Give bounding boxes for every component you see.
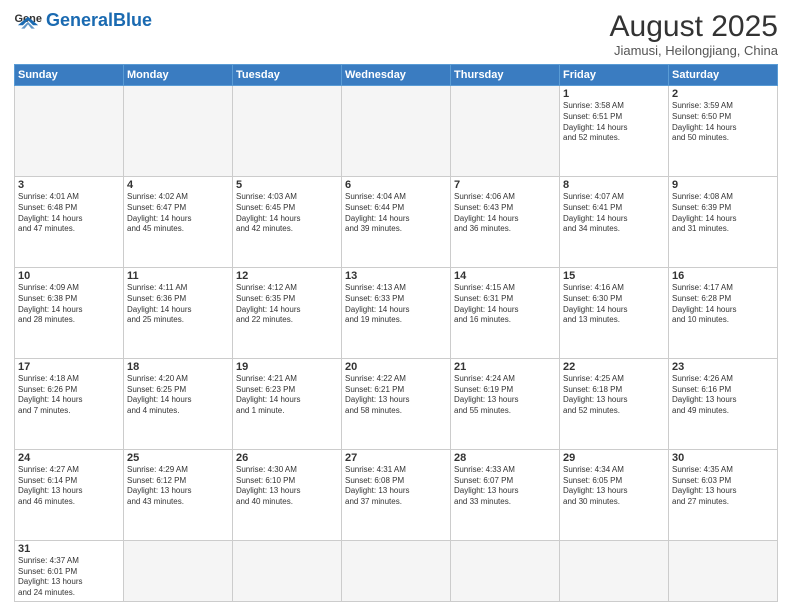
col-thursday: Thursday bbox=[451, 65, 560, 86]
day-10: 10 Sunrise: 4:09 AMSunset: 6:38 PMDaylig… bbox=[15, 267, 124, 358]
empty-cell bbox=[669, 540, 778, 601]
day-4: 4 Sunrise: 4:02 AMSunset: 6:47 PMDayligh… bbox=[124, 176, 233, 267]
header: General GeneralBlue August 2025 Jiamusi,… bbox=[14, 10, 778, 58]
empty-cell bbox=[233, 540, 342, 601]
day-29: 29 Sunrise: 4:34 AMSunset: 6:05 PMDaylig… bbox=[560, 449, 669, 540]
location: Jiamusi, Heilongjiang, China bbox=[610, 43, 778, 58]
week-row-5: 24 Sunrise: 4:27 AMSunset: 6:14 PMDaylig… bbox=[15, 449, 778, 540]
month-year: August 2025 bbox=[610, 10, 778, 43]
day-15: 15 Sunrise: 4:16 AMSunset: 6:30 PMDaylig… bbox=[560, 267, 669, 358]
day-3: 3 Sunrise: 4:01 AMSunset: 6:48 PMDayligh… bbox=[15, 176, 124, 267]
empty-cell bbox=[560, 540, 669, 601]
logo: General GeneralBlue bbox=[14, 10, 152, 32]
day-5: 5 Sunrise: 4:03 AMSunset: 6:45 PMDayligh… bbox=[233, 176, 342, 267]
day-7: 7 Sunrise: 4:06 AMSunset: 6:43 PMDayligh… bbox=[451, 176, 560, 267]
day-25: 25 Sunrise: 4:29 AMSunset: 6:12 PMDaylig… bbox=[124, 449, 233, 540]
week-row-4: 17 Sunrise: 4:18 AMSunset: 6:26 PMDaylig… bbox=[15, 358, 778, 449]
day-9: 9 Sunrise: 4:08 AMSunset: 6:39 PMDayligh… bbox=[669, 176, 778, 267]
day-28: 28 Sunrise: 4:33 AMSunset: 6:07 PMDaylig… bbox=[451, 449, 560, 540]
empty-cell bbox=[451, 86, 560, 177]
day-23: 23 Sunrise: 4:26 AMSunset: 6:16 PMDaylig… bbox=[669, 358, 778, 449]
day-16: 16 Sunrise: 4:17 AMSunset: 6:28 PMDaylig… bbox=[669, 267, 778, 358]
col-friday: Friday bbox=[560, 65, 669, 86]
logo-general: General bbox=[46, 10, 113, 30]
day-20: 20 Sunrise: 4:22 AMSunset: 6:21 PMDaylig… bbox=[342, 358, 451, 449]
empty-cell bbox=[15, 86, 124, 177]
day-27: 27 Sunrise: 4:31 AMSunset: 6:08 PMDaylig… bbox=[342, 449, 451, 540]
day-1: 1 Sunrise: 3:58 AMSunset: 6:51 PMDayligh… bbox=[560, 86, 669, 177]
day-31: 31 Sunrise: 4:37 AMSunset: 6:01 PMDaylig… bbox=[15, 540, 124, 601]
day-18: 18 Sunrise: 4:20 AMSunset: 6:25 PMDaylig… bbox=[124, 358, 233, 449]
title-block: August 2025 Jiamusi, Heilongjiang, China bbox=[610, 10, 778, 58]
logo-blue: Blue bbox=[113, 10, 152, 30]
day-22: 22 Sunrise: 4:25 AMSunset: 6:18 PMDaylig… bbox=[560, 358, 669, 449]
logo-text: GeneralBlue bbox=[46, 10, 152, 30]
col-monday: Monday bbox=[124, 65, 233, 86]
day-13: 13 Sunrise: 4:13 AMSunset: 6:33 PMDaylig… bbox=[342, 267, 451, 358]
day-2: 2 Sunrise: 3:59 AMSunset: 6:50 PMDayligh… bbox=[669, 86, 778, 177]
empty-cell bbox=[233, 86, 342, 177]
empty-cell bbox=[124, 540, 233, 601]
day-19: 19 Sunrise: 4:21 AMSunset: 6:23 PMDaylig… bbox=[233, 358, 342, 449]
day-17: 17 Sunrise: 4:18 AMSunset: 6:26 PMDaylig… bbox=[15, 358, 124, 449]
day-30: 30 Sunrise: 4:35 AMSunset: 6:03 PMDaylig… bbox=[669, 449, 778, 540]
empty-cell bbox=[342, 86, 451, 177]
day-21: 21 Sunrise: 4:24 AMSunset: 6:19 PMDaylig… bbox=[451, 358, 560, 449]
page: General GeneralBlue August 2025 Jiamusi,… bbox=[0, 0, 792, 612]
empty-cell bbox=[451, 540, 560, 601]
col-sunday: Sunday bbox=[15, 65, 124, 86]
week-row-3: 10 Sunrise: 4:09 AMSunset: 6:38 PMDaylig… bbox=[15, 267, 778, 358]
calendar-table: Sunday Monday Tuesday Wednesday Thursday… bbox=[14, 64, 778, 602]
col-saturday: Saturday bbox=[669, 65, 778, 86]
day-8: 8 Sunrise: 4:07 AMSunset: 6:41 PMDayligh… bbox=[560, 176, 669, 267]
week-row-1: 1 Sunrise: 3:58 AMSunset: 6:51 PMDayligh… bbox=[15, 86, 778, 177]
day-6: 6 Sunrise: 4:04 AMSunset: 6:44 PMDayligh… bbox=[342, 176, 451, 267]
day-14: 14 Sunrise: 4:15 AMSunset: 6:31 PMDaylig… bbox=[451, 267, 560, 358]
empty-cell bbox=[342, 540, 451, 601]
empty-cell bbox=[124, 86, 233, 177]
col-wednesday: Wednesday bbox=[342, 65, 451, 86]
col-tuesday: Tuesday bbox=[233, 65, 342, 86]
week-row-6: 31 Sunrise: 4:37 AMSunset: 6:01 PMDaylig… bbox=[15, 540, 778, 601]
day-24: 24 Sunrise: 4:27 AMSunset: 6:14 PMDaylig… bbox=[15, 449, 124, 540]
day-26: 26 Sunrise: 4:30 AMSunset: 6:10 PMDaylig… bbox=[233, 449, 342, 540]
weekday-header-row: Sunday Monday Tuesday Wednesday Thursday… bbox=[15, 65, 778, 86]
generalblue-logo-icon: General bbox=[14, 10, 42, 32]
day-11: 11 Sunrise: 4:11 AMSunset: 6:36 PMDaylig… bbox=[124, 267, 233, 358]
week-row-2: 3 Sunrise: 4:01 AMSunset: 6:48 PMDayligh… bbox=[15, 176, 778, 267]
day-12: 12 Sunrise: 4:12 AMSunset: 6:35 PMDaylig… bbox=[233, 267, 342, 358]
